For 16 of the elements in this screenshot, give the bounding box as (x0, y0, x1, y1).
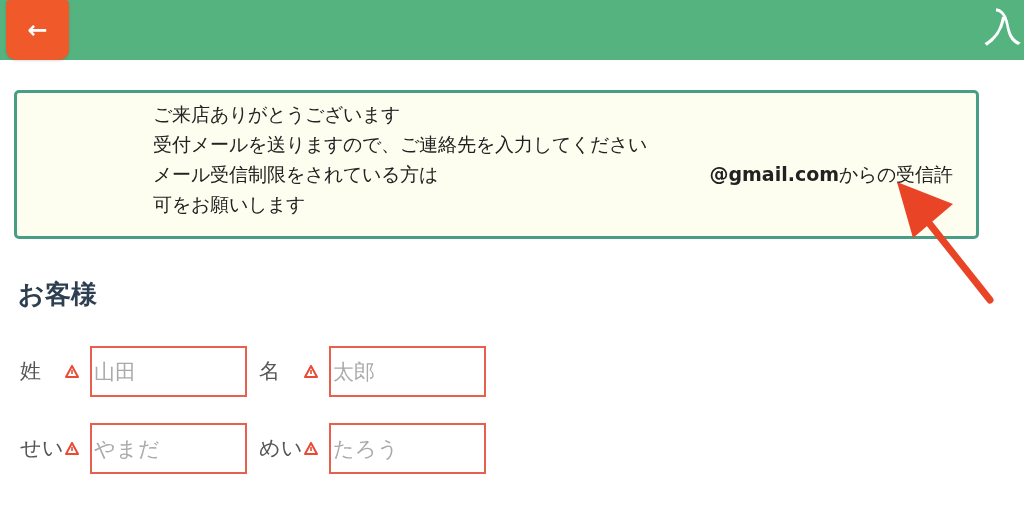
input-field[interactable]: たろう (329, 423, 486, 474)
notice-text: @gmail.comからの受信許 (709, 162, 953, 187)
field-label: 名 (259, 357, 281, 385)
back-button[interactable]: ← (6, 0, 69, 60)
field-label: せい (20, 434, 65, 462)
notice-text: 可をお願いします (153, 192, 305, 217)
field-label: めい (259, 434, 304, 462)
input-field[interactable]: やまだ (90, 423, 247, 474)
input-field[interactable]: 太郎 (329, 346, 486, 397)
page-title: 入 (984, 8, 1022, 46)
notice-text: メール受信制限をされている方は (153, 162, 438, 187)
section-title: お客様 (18, 278, 97, 311)
input-field[interactable]: 山田 (90, 346, 247, 397)
notice-text: ご来店ありがとうございます (153, 102, 400, 127)
field-label: 姓 (20, 357, 42, 385)
notice-text: 受付メールを送りますので、ご連絡先を入力してください (153, 132, 647, 157)
